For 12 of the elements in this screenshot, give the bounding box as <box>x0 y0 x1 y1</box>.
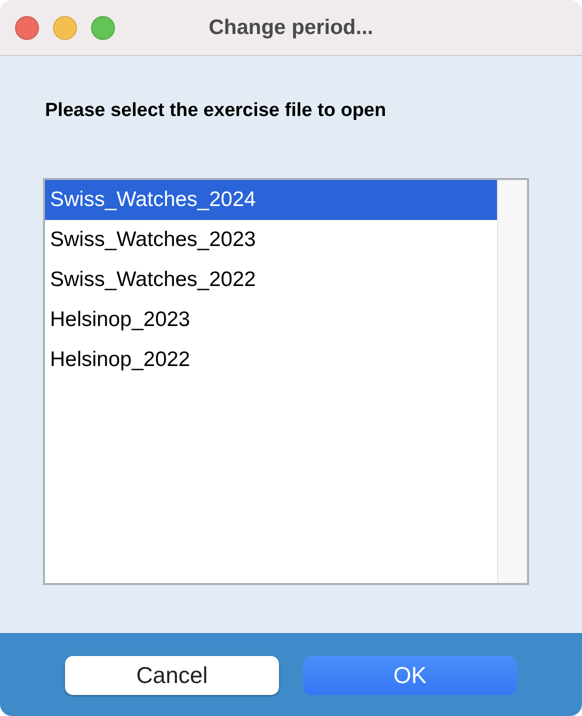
minimize-button[interactable] <box>53 16 77 40</box>
prompt-text: Please select the exercise file to open <box>45 100 386 122</box>
file-item[interactable]: Swiss_Watches_2022 <box>45 260 497 300</box>
file-item[interactable]: Swiss_Watches_2023 <box>45 220 497 260</box>
ok-button[interactable]: OK <box>303 656 517 695</box>
close-button[interactable] <box>15 16 39 40</box>
cancel-button[interactable]: Cancel <box>65 656 279 695</box>
zoom-button[interactable] <box>91 16 115 40</box>
file-item[interactable]: Helsinop_2022 <box>45 340 497 380</box>
window-title: Change period... <box>208 16 374 40</box>
file-item[interactable]: Swiss_Watches_2024 <box>45 180 497 220</box>
file-item[interactable]: Helsinop_2023 <box>45 300 497 340</box>
